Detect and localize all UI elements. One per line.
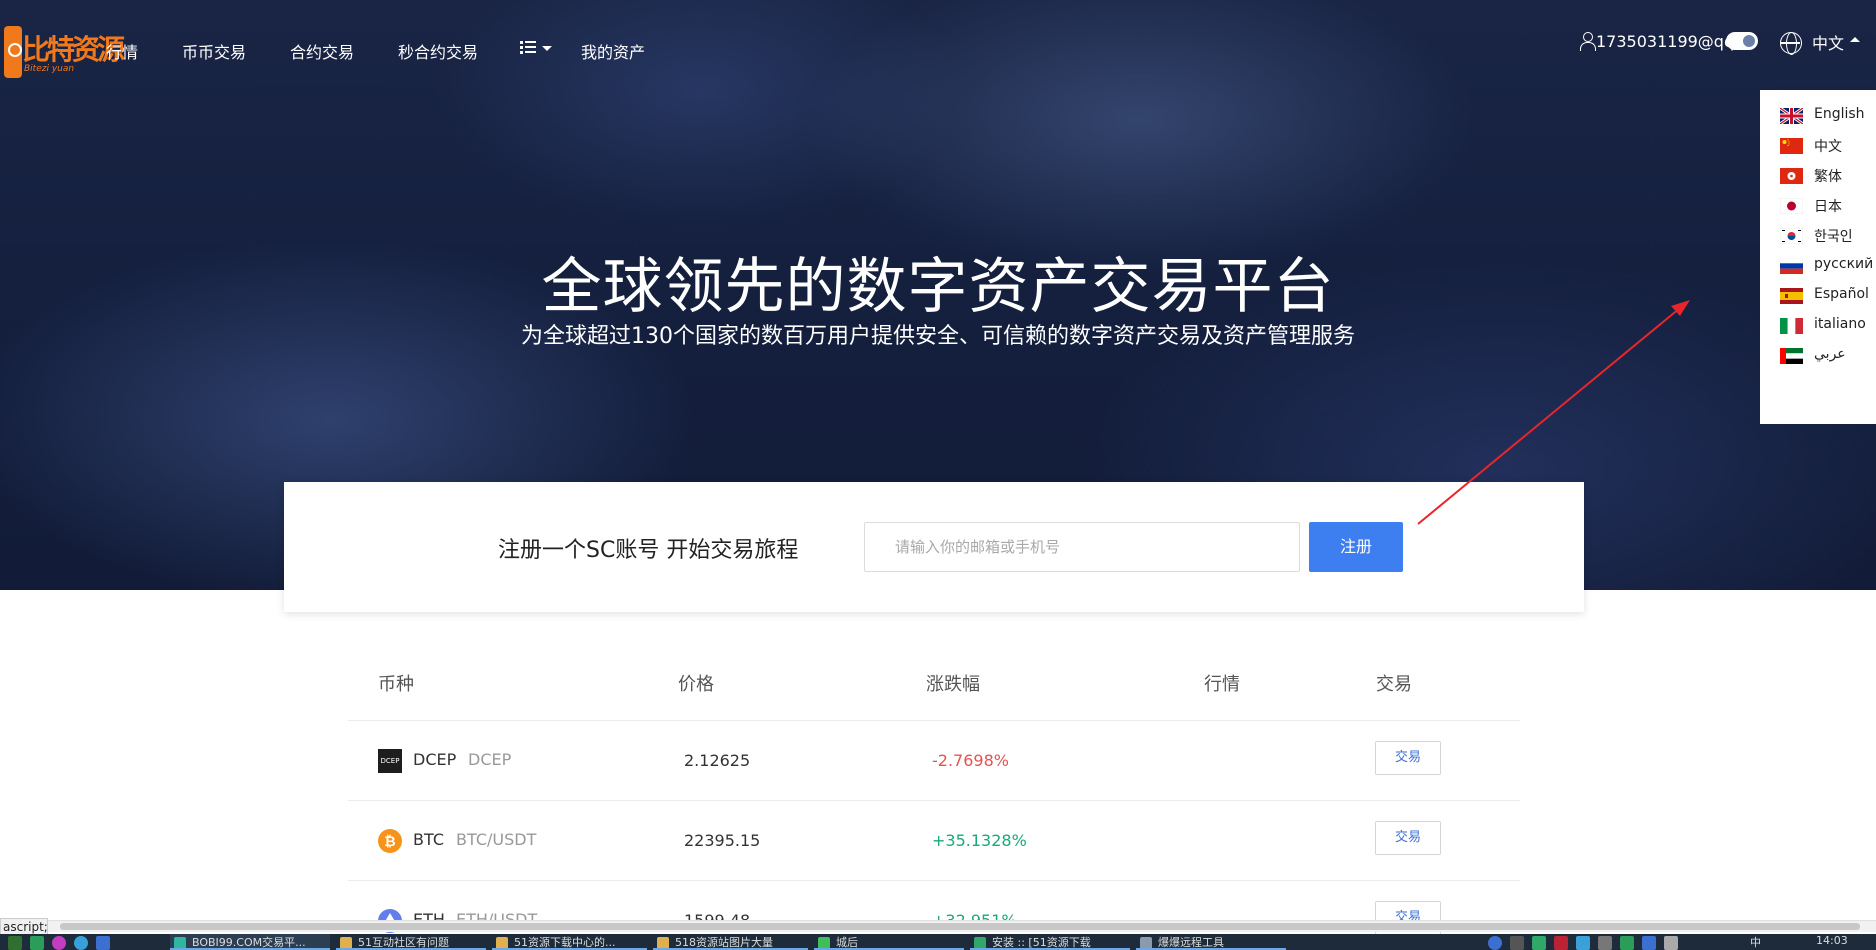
user-name: 1735031199@qq [1596,32,1735,51]
table-row[interactable]: ₿ BTC BTC/USDT 22395.15 +35.1328% 交易 [348,801,1520,881]
jp-flag-icon [1780,198,1803,214]
taskbar-item[interactable]: BOBI99.COM交易平... [170,934,330,950]
signup-card: 注册一个SC账号 开始交易旅程 注册 [284,482,1584,612]
more-menu-icon[interactable] [520,40,536,54]
taskbar-item[interactable]: 安装 :: [51资源下载 [970,934,1130,950]
tray-icon[interactable] [1554,936,1568,950]
language-option-label: English [1814,106,1865,122]
user-icon [1580,32,1596,51]
cn-flag-icon [1780,138,1803,154]
tray-icon[interactable] [1510,936,1524,950]
ime-indicator[interactable]: 中 [1750,934,1761,950]
app-icon[interactable] [52,936,66,950]
taskbar-item[interactable]: 518资源站图片大量 [653,934,808,950]
language-option-label: 中文 [1814,139,1842,155]
windows-taskbar: BOBI99.COM交易平... 51互动社区有问题 51资源下载中心的... … [0,934,1876,950]
app-icon[interactable] [30,936,44,950]
column-header-coin: 币种 [378,674,414,695]
coin-change: +35.1328% [932,831,1027,850]
brand-logo[interactable]: 比特资源 Bitezi yuan [0,14,125,78]
column-header-chart: 行情 [1204,674,1240,695]
clock: 14:03 [1816,934,1848,947]
coin-price: 2.12625 [684,751,751,770]
scrollbar-thumb[interactable] [60,923,1860,930]
tray-icon[interactable] [1532,936,1546,950]
column-header-trade: 交易 [1376,674,1412,695]
column-header-change: 涨跌幅 [926,674,980,695]
theme-toggle[interactable] [1726,32,1758,50]
taskbar-item[interactable]: 51资源下载中心的... [492,934,647,950]
signup-prompt: 注册一个SC账号 开始交易旅程 [498,538,799,563]
language-option-english[interactable]: English [1780,102,1876,128]
trade-button[interactable]: 交易 [1375,821,1441,855]
tray-icon[interactable] [1598,936,1612,950]
start-icon[interactable] [8,936,22,950]
coin-pair: DCEP [468,750,512,769]
nav-item-my-assets[interactable]: 我的资产 [581,39,645,63]
nav-item-second-contract[interactable]: 秒合约交易 [398,39,478,63]
svg-text:DCEP: DCEP [381,757,400,765]
hero-title: 全球领先的数字资产交易平台 [541,252,1335,322]
dcep-icon: DCEP [378,749,402,773]
register-button[interactable]: 注册 [1309,522,1403,572]
logo-subtext: Bitezi yuan [24,64,75,74]
coin-name: BTC [413,830,444,849]
taskbar-item[interactable]: 爆爆远程工具 [1136,934,1286,950]
taskbar-item[interactable]: 城后 [814,934,964,950]
tray-icon[interactable] [1576,936,1590,950]
email-phone-input[interactable] [864,522,1300,572]
coin-change: -2.7698% [932,751,1009,770]
btc-icon: ₿ [378,829,402,853]
tray-icon[interactable] [1664,936,1678,950]
language-option-traditional[interactable]: 繁体 [1780,162,1876,188]
coin-price: 22395.15 [684,831,761,850]
horizontal-scrollbar[interactable] [0,920,1876,932]
table-row[interactable]: DCEP DCEP DCEP 2.12625 -2.7698% 交易 [348,721,1520,801]
language-option-japanese[interactable]: 日本 [1780,192,1876,218]
taskbar-item[interactable]: 51互动社区有问题 [336,934,486,950]
language-option-chinese[interactable]: 中文 [1780,132,1876,158]
coin-pair: BTC/USDT [456,830,537,849]
column-header-price: 价格 [678,674,714,695]
logo-badge-icon [4,26,22,78]
trade-button[interactable]: 交易 [1375,741,1441,775]
coin-name: DCEP [413,750,457,769]
language-option-label: 繁体 [1814,169,1842,185]
tray-icon[interactable] [1642,936,1656,950]
hk-flag-icon [1780,168,1803,184]
nav-item-market[interactable]: 行情 [106,39,138,63]
chevron-down-icon[interactable] [542,46,552,51]
chevron-up-icon[interactable] [1850,37,1860,42]
globe-icon[interactable] [1780,32,1802,55]
language-selector[interactable]: 中文 [1812,30,1844,54]
hero-subtitle: 为全球超过130个国家的数百万用户提供安全、可信赖的数字资产交易及资产管理服务 [521,324,1355,349]
app-icon[interactable] [96,936,110,950]
uk-flag-icon [1780,108,1803,124]
nav-item-contract-trading[interactable]: 合约交易 [290,39,354,63]
ae-flag-icon [1780,348,1803,364]
svg-text:₿: ₿ [384,834,395,850]
tray-icon[interactable] [1620,936,1634,950]
tray-icon[interactable] [1488,936,1502,950]
language-option-label: 日本 [1814,199,1842,215]
nav-item-spot-trading[interactable]: 币币交易 [182,39,246,63]
app-icon[interactable] [74,936,88,950]
